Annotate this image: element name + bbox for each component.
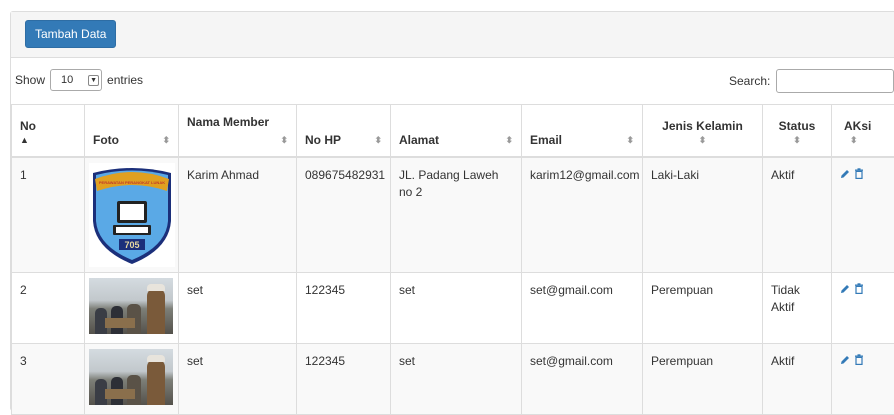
sort-icon: ⬍ xyxy=(626,133,634,147)
cell-alamat: set xyxy=(391,272,522,343)
chevron-down-icon: ▼ xyxy=(88,75,99,86)
column-header-status[interactable]: Status ⬍ xyxy=(763,105,832,157)
cell-no: 3 xyxy=(12,343,85,414)
sort-icon: ⬍ xyxy=(374,133,382,147)
sort-icon: ⬍ xyxy=(771,133,823,147)
cell-nama-member: set xyxy=(179,272,297,343)
column-header-nama-member[interactable]: Nama Member ⬍ xyxy=(179,105,297,157)
entries-select-value: 10 xyxy=(61,74,73,86)
panel-heading: Tambah Data xyxy=(11,12,894,58)
column-header-no-hp[interactable]: No HP ⬍ xyxy=(297,105,391,157)
member-photo-image xyxy=(89,278,173,334)
column-header-email[interactable]: Email ⬍ xyxy=(522,105,643,157)
sort-icon: ⬍ xyxy=(505,133,513,147)
column-header-foto[interactable]: Foto ⬍ xyxy=(85,105,179,157)
cell-nama-member: Karim Ahmad xyxy=(179,157,297,273)
table-header-row: No ▲ Foto ⬍ Nama Member ⬍ No HP ⬍ Alamat xyxy=(12,105,894,157)
table-row: 3 set 122345 set set@gmail.com Perempuan… xyxy=(12,343,894,414)
cell-jenis-kelamin: Perempuan xyxy=(643,272,763,343)
cell-no-hp: 122345 xyxy=(297,343,391,414)
cell-email: karim12@gmail.com xyxy=(522,157,643,273)
cell-email: set@gmail.com xyxy=(522,343,643,414)
row-actions xyxy=(840,167,894,179)
cell-foto: PERAWATAN PERANGKAT LUNAK 705 xyxy=(85,157,179,273)
search-control: Search: xyxy=(729,69,894,93)
table-row: 1 PERAWATAN PERANGKAT LUNAK 705 xyxy=(12,157,894,273)
cell-alamat: JL. Padang Laweh no 2 xyxy=(391,157,522,273)
table-row: 2 set 122345 set set@gmail.com Perempuan… xyxy=(12,272,894,343)
sort-icon: ⬍ xyxy=(844,133,894,147)
entries-label: entries xyxy=(107,73,143,87)
sort-icon: ⬍ xyxy=(162,133,170,147)
logo-number: 705 xyxy=(124,240,139,250)
search-input[interactable] xyxy=(776,69,894,93)
cell-no: 2 xyxy=(12,272,85,343)
cell-email: set@gmail.com xyxy=(522,272,643,343)
members-table: No ▲ Foto ⬍ Nama Member ⬍ No HP ⬍ Alamat xyxy=(11,104,894,415)
logo-arc-text: PERAWATAN PERANGKAT LUNAK xyxy=(99,180,165,185)
column-header-aksi[interactable]: AKsi ⬍ xyxy=(832,105,894,157)
member-photo-image xyxy=(89,349,173,405)
cell-alamat: set xyxy=(391,343,522,414)
cell-status: Aktif xyxy=(763,343,832,414)
cell-no-hp: 122345 xyxy=(297,272,391,343)
entries-length-control: Show 10 ▼ entries xyxy=(15,69,143,91)
cell-aksi xyxy=(832,157,894,273)
cell-aksi xyxy=(832,343,894,414)
trash-icon[interactable] xyxy=(854,283,864,294)
sort-asc-icon: ▲ xyxy=(20,133,76,147)
pencil-icon[interactable] xyxy=(840,283,850,294)
cell-aksi xyxy=(832,272,894,343)
table-controls: Show 10 ▼ entries Search: xyxy=(11,58,894,94)
add-data-button[interactable]: Tambah Data xyxy=(25,20,116,48)
column-header-no[interactable]: No ▲ xyxy=(12,105,85,157)
member-logo-image: PERAWATAN PERANGKAT LUNAK 705 xyxy=(89,163,175,267)
cell-no: 1 xyxy=(12,157,85,273)
data-panel: Tambah Data Show 10 ▼ entries Search: No xyxy=(10,11,894,411)
trash-icon[interactable] xyxy=(854,168,864,179)
column-header-alamat[interactable]: Alamat ⬍ xyxy=(391,105,522,157)
cell-nama-member: set xyxy=(179,343,297,414)
row-actions xyxy=(840,353,894,365)
sort-icon: ⬍ xyxy=(651,133,754,147)
pencil-icon[interactable] xyxy=(840,354,850,365)
pencil-icon[interactable] xyxy=(840,168,850,179)
cell-jenis-kelamin: Perempuan xyxy=(643,343,763,414)
cell-no-hp: 089675482931 xyxy=(297,157,391,273)
cell-status: Tidak Aktif xyxy=(763,272,832,343)
cell-jenis-kelamin: Laki-Laki xyxy=(643,157,763,273)
cell-foto xyxy=(85,343,179,414)
sort-icon: ⬍ xyxy=(280,133,288,147)
column-header-jenis-kelamin[interactable]: Jenis Kelamin ⬍ xyxy=(643,105,763,157)
trash-icon[interactable] xyxy=(854,354,864,365)
show-label: Show xyxy=(15,73,45,87)
cell-status: Aktif xyxy=(763,157,832,273)
search-label: Search: xyxy=(729,74,770,88)
row-actions xyxy=(840,282,894,294)
cell-foto xyxy=(85,272,179,343)
entries-select[interactable]: 10 ▼ xyxy=(50,69,102,91)
